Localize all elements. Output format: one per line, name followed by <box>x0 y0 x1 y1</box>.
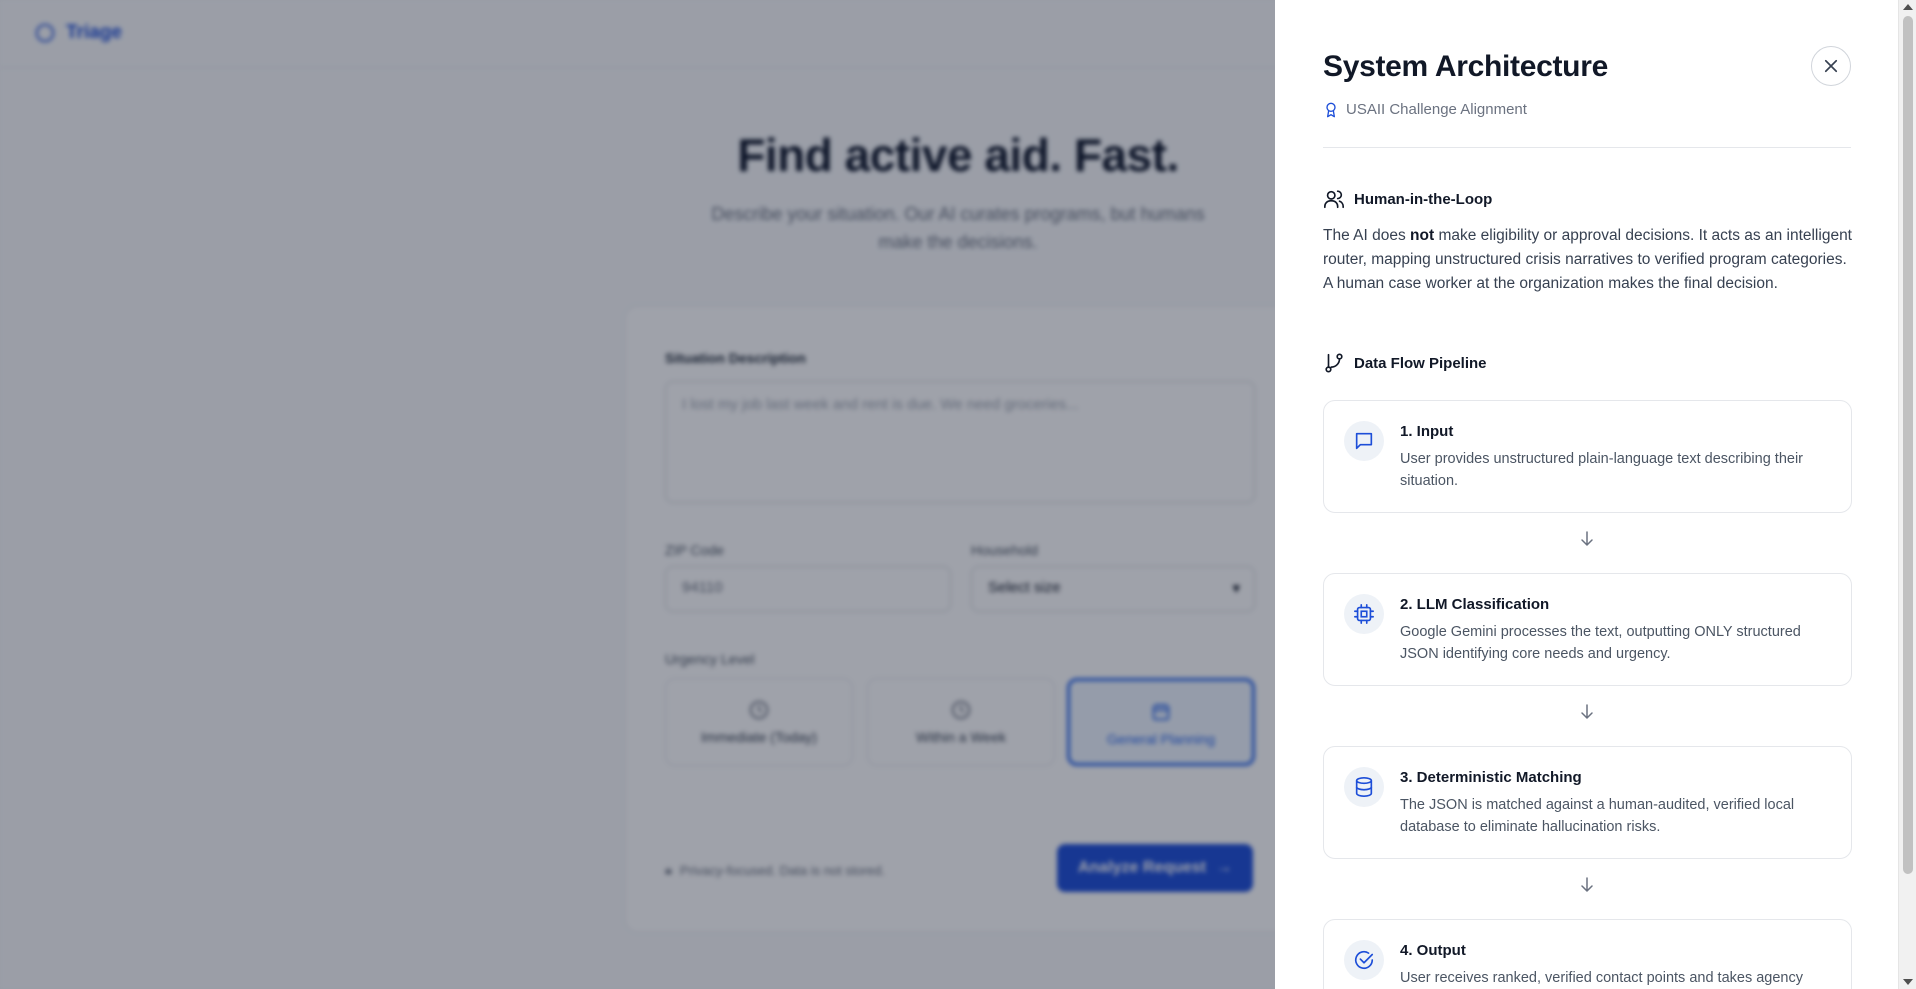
step-icon-bubble <box>1344 594 1384 634</box>
step-description: The JSON is matched against a human-audi… <box>1400 797 1795 835</box>
pipeline-step-matching: 3. Deterministic Matching The JSON is ma… <box>1323 746 1852 859</box>
arrow-down-icon <box>1581 877 1593 892</box>
users-icon <box>1324 190 1344 209</box>
message-icon <box>1355 432 1373 450</box>
step-title: 4. Output <box>1400 942 1466 959</box>
subtitle-text: USAII Challenge Alignment <box>1346 101 1527 118</box>
step-description: User receives ranked, verified contact p… <box>1400 970 1803 986</box>
hitl-text-start: The AI does <box>1323 227 1411 244</box>
drawer-title: System Architecture <box>1323 50 1608 83</box>
step-title: 3. Deterministic Matching <box>1400 769 1582 786</box>
pipeline-step-llm: 2. LLM Classification Google Gemini proc… <box>1323 573 1852 686</box>
step-icon-bubble <box>1344 940 1384 980</box>
cpu-icon <box>1354 604 1374 624</box>
step-icon-bubble <box>1344 767 1384 807</box>
scroll-down-icon[interactable] <box>1903 979 1913 985</box>
drawer-scrollbar[interactable] <box>1898 0 1916 989</box>
pipeline-step-output: 4. Output User receives ranked, verified… <box>1323 919 1852 989</box>
scrollbar-thumb[interactable] <box>1903 16 1913 874</box>
step-icon-bubble <box>1344 421 1384 461</box>
pipeline-step-input: 1. Input User provides unstructured plai… <box>1323 400 1852 513</box>
pipeline-heading: Data Flow Pipeline <box>1323 352 1487 374</box>
step-title: 1. Input <box>1400 423 1454 440</box>
step-description: User provides unstructured plain-languag… <box>1400 451 1803 489</box>
header-divider <box>1323 147 1851 148</box>
database-icon <box>1355 777 1373 797</box>
architecture-drawer: System Architecture USAII Challenge Alig… <box>1275 0 1898 989</box>
check-circle-icon <box>1354 950 1374 970</box>
git-branch-icon <box>1325 353 1343 373</box>
step-description: Google Gemini processes the text, output… <box>1400 624 1801 662</box>
pipeline-heading-text: Data Flow Pipeline <box>1354 354 1487 372</box>
close-button[interactable] <box>1811 46 1851 86</box>
award-icon <box>1326 102 1336 117</box>
drawer-subtitle: USAII Challenge Alignment <box>1323 101 1527 118</box>
close-icon <box>1824 59 1838 73</box>
arrow-down-icon <box>1581 704 1593 719</box>
hitl-text-emphasis: not <box>1410 227 1435 244</box>
hitl-heading-text: Human-in-the-Loop <box>1354 190 1493 208</box>
step-title: 2. LLM Classification <box>1400 596 1550 613</box>
hitl-heading: Human-in-the-Loop <box>1323 188 1492 210</box>
scroll-up-icon[interactable] <box>1903 4 1913 10</box>
hitl-paragraph: The AI does not make eligibility or appr… <box>1323 224 1853 296</box>
arrow-down-icon <box>1581 531 1593 546</box>
